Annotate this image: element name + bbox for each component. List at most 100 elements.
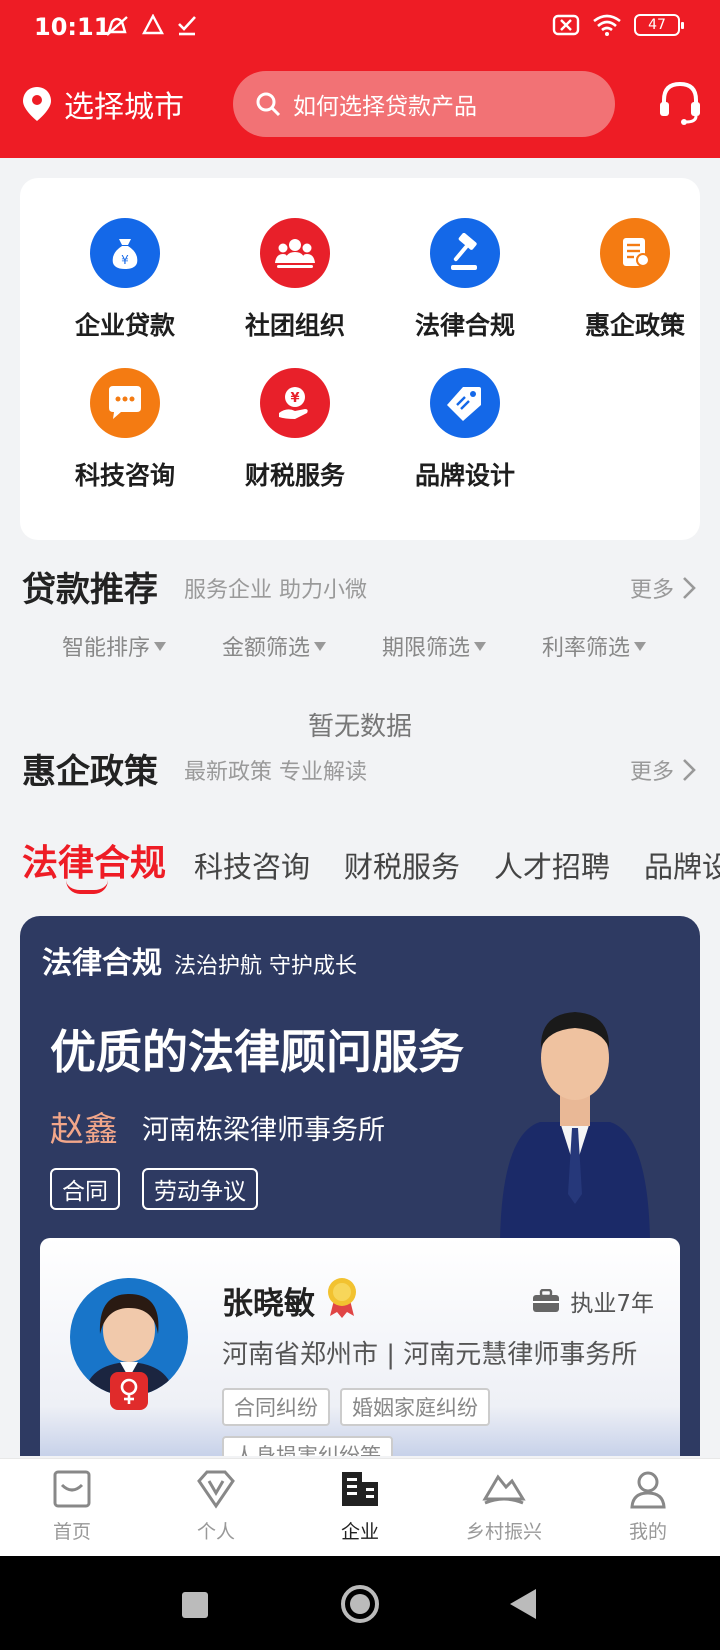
more-label: 更多 xyxy=(629,578,674,603)
filter-term[interactable]: 期限筛选 xyxy=(382,630,487,662)
mountain-icon xyxy=(482,1474,526,1505)
status-left-icons xyxy=(104,14,198,38)
tab-brand-design[interactable]: 品牌设计 xyxy=(644,844,720,886)
service-business-policy[interactable]: 惠企政策 xyxy=(550,218,720,342)
system-navigation-bar xyxy=(0,1556,720,1650)
nav-home[interactable]: 首页 xyxy=(12,1469,132,1544)
tab-legal-compliance[interactable]: 法律合规 xyxy=(22,834,166,886)
service-finance-tax[interactable]: ¥ 财税服务 xyxy=(210,368,380,492)
city-label: 选择城市 xyxy=(64,90,184,125)
search-icon xyxy=(256,92,281,117)
filter-label: 期限筛选 xyxy=(382,636,471,661)
services-grid: ¥ 企业贷款 社团组织 法律合规 惠企政策 科技咨询 ¥ 财税服务 品牌设计 xyxy=(20,178,700,540)
status-right-icons: 47 xyxy=(552,14,684,36)
navigation-icon xyxy=(142,14,164,35)
battery-level: 47 xyxy=(648,17,666,33)
location-pin-icon xyxy=(23,87,51,121)
search-input[interactable]: 如何选择贷款产品 xyxy=(233,71,615,137)
filter-rate[interactable]: 利率筛选 xyxy=(542,630,647,662)
chat-bubble-icon xyxy=(90,368,160,438)
loan-section-header: 贷款推荐 服务企业 助力小微 更多 xyxy=(22,562,702,612)
service-label: 品牌设计 xyxy=(414,461,515,490)
header-row: 选择城市 如何选择贷款产品 xyxy=(0,68,720,138)
nav-personal[interactable]: 个人 xyxy=(156,1469,276,1544)
active-tab-indicator xyxy=(66,880,108,894)
nav-mine[interactable]: 我的 xyxy=(588,1469,708,1544)
check-icon xyxy=(178,16,196,36)
tab-tech-consulting[interactable]: 科技咨询 xyxy=(194,844,310,886)
loan-section-subtitle: 服务企业 助力小微 xyxy=(184,578,367,603)
female-icon xyxy=(110,1372,148,1410)
top-header: 10:11 47 选择城市 如何选择贷款产品 xyxy=(0,0,720,158)
nav-enterprise[interactable]: 企业 xyxy=(300,1469,420,1544)
back-icon[interactable] xyxy=(508,1587,538,1621)
banner-header: 法律合规 法治护航 守护成长 xyxy=(42,938,357,982)
service-label: 财税服务 xyxy=(244,461,345,490)
service-tech-consulting[interactable]: 科技咨询 xyxy=(40,368,210,492)
lawyer-tag: 婚姻家庭纠纷 xyxy=(340,1388,490,1426)
legal-banner[interactable]: 法律合规 法治护航 守护成长 优质的法律顾问服务 赵鑫 河南栋梁律师事务所 合同… xyxy=(20,916,700,1456)
chevron-right-icon xyxy=(683,577,696,599)
tab-finance-tax[interactable]: 财税服务 xyxy=(344,844,460,886)
lawyer-location: 河南省郑州市 | 河南元慧律师事务所 xyxy=(222,1340,638,1370)
filter-amount[interactable]: 金额筛选 xyxy=(222,630,327,662)
recent-apps-icon[interactable] xyxy=(181,1591,209,1619)
nav-rural-revitalization[interactable]: 乡村振兴 xyxy=(444,1469,564,1544)
bottom-navigation: 首页 个人 企业 乡村振兴 我的 xyxy=(0,1458,720,1556)
tab-recruitment[interactable]: 人才招聘 xyxy=(494,844,610,886)
status-time: 10:11 xyxy=(34,13,111,41)
wifi-icon xyxy=(593,14,621,36)
lawyer-tag: 合同纠纷 xyxy=(222,1388,330,1426)
group-icon xyxy=(260,218,330,288)
battery-icon: 47 xyxy=(634,14,684,36)
diamond-v-icon xyxy=(197,1470,235,1509)
lawyer-photo xyxy=(500,1012,650,1240)
banner-tags: 合同 劳动争议 xyxy=(50,1168,258,1210)
loan-more-link[interactable]: 更多 xyxy=(630,572,696,604)
years-label: 执业7年 xyxy=(570,1291,654,1317)
gavel-icon xyxy=(430,218,500,288)
service-brand-design[interactable]: 品牌设计 xyxy=(380,368,550,492)
svg-text:¥: ¥ xyxy=(290,391,299,406)
user-icon xyxy=(630,1471,666,1509)
banner-lawyer-name: 赵鑫 xyxy=(50,1110,118,1150)
policy-section-title: 惠企政策 xyxy=(22,752,158,792)
service-label: 企业贷款 xyxy=(74,311,175,340)
loan-section-title: 贷款推荐 xyxy=(22,570,158,610)
banner-slogan: 优质的法律顾问服务 xyxy=(50,1025,464,1079)
service-enterprise-loan[interactable]: ¥ 企业贷款 xyxy=(40,218,210,342)
filter-label: 金额筛选 xyxy=(222,636,311,661)
chevron-right-icon xyxy=(683,759,696,781)
caret-down-icon xyxy=(474,641,487,651)
category-tabs: 法律合规 科技咨询 财税服务 人才招聘 品牌设计 xyxy=(0,830,720,900)
service-label: 惠企政策 xyxy=(584,311,685,340)
policy-more-link[interactable]: 更多 xyxy=(630,754,696,786)
city-selector[interactable]: 选择城市 xyxy=(22,82,184,126)
lawyer-card[interactable]: 张晓敏 执业7年 河南省郑州市 | 河南元慧律师事务所 合同纠纷 婚姻家庭纠纷 … xyxy=(40,1238,680,1456)
search-placeholder: 如何选择贷款产品 xyxy=(293,94,477,120)
more-label: 更多 xyxy=(629,760,674,785)
sim-off-icon xyxy=(552,14,580,36)
lawyer-tags: 合同纠纷 婚姻家庭纠纷 人身损害纠纷等 xyxy=(222,1388,642,1456)
briefcase-icon xyxy=(533,1289,560,1312)
customer-service-button[interactable] xyxy=(658,80,702,130)
nav-label: 乡村振兴 xyxy=(465,1521,542,1543)
medal-icon xyxy=(328,1278,356,1318)
service-label: 法律合规 xyxy=(414,311,515,340)
filter-smart-sort[interactable]: 智能排序 xyxy=(62,630,167,662)
filter-label: 利率筛选 xyxy=(542,636,631,661)
banner-firm: 河南栋梁律师事务所 xyxy=(142,1115,385,1146)
banner-title: 法律合规 xyxy=(42,946,162,981)
policy-document-icon xyxy=(600,218,670,288)
mute-vibrate-icon xyxy=(106,16,128,36)
caret-down-icon xyxy=(154,641,167,651)
banner-tag: 合同 xyxy=(50,1168,120,1210)
service-social-groups[interactable]: 社团组织 xyxy=(210,218,380,342)
service-legal-compliance[interactable]: 法律合规 xyxy=(380,218,550,342)
practice-years: 执业7年 xyxy=(532,1284,654,1318)
home-icon xyxy=(53,1470,91,1508)
nav-label: 个人 xyxy=(196,1521,235,1543)
svg-text:¥: ¥ xyxy=(121,253,129,267)
home-system-icon[interactable] xyxy=(340,1584,380,1624)
filter-label: 智能排序 xyxy=(62,636,151,661)
